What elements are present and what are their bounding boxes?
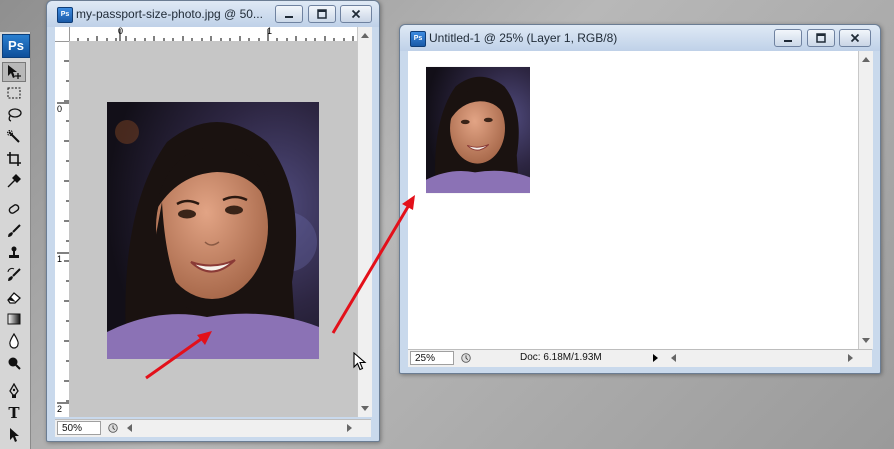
move-tool-icon[interactable]	[2, 62, 26, 82]
scroll-left-arrow-icon[interactable]	[127, 424, 132, 432]
window-title-bar[interactable]: Ps my-passport-size-photo.jpg @ 50...	[47, 1, 379, 27]
history-brush-tool-icon[interactable]	[4, 266, 24, 284]
ruler-v-label-1: 1	[57, 254, 63, 264]
type-tool-icon[interactable]: T	[4, 404, 24, 422]
pen-tool-icon[interactable]	[4, 382, 24, 400]
zoom-level-field[interactable]: 25%	[410, 351, 454, 365]
crop-tool-icon[interactable]	[4, 150, 24, 168]
brush-tool-icon[interactable]	[4, 222, 24, 240]
maximize-icon	[816, 33, 826, 43]
status-info-menu-arrow-icon[interactable]	[653, 354, 658, 362]
ruler-v-label-2: 2	[57, 404, 63, 414]
photoshop-doc-icon: Ps	[57, 7, 73, 23]
marquee-tool-icon[interactable]	[4, 84, 24, 102]
zoom-level-field[interactable]: 50%	[57, 421, 101, 435]
photoshop-logo: Ps	[2, 34, 30, 58]
vertical-scrollbar[interactable]	[858, 51, 873, 349]
window-title-bar[interactable]: Ps Untitled-1 @ 25% (Layer 1, RGB/8)	[400, 25, 880, 51]
maximize-button[interactable]	[807, 29, 835, 47]
minimize-icon	[784, 40, 792, 42]
path-select-tool-icon[interactable]	[4, 426, 24, 444]
ruler-v-label-0: 0	[57, 104, 63, 114]
status-bar: 50%	[55, 419, 371, 437]
minimize-icon	[285, 16, 293, 18]
gradient-tool-icon[interactable]	[4, 310, 24, 328]
dodge-tool-icon[interactable]	[4, 354, 24, 372]
pasted-photo-layer[interactable]	[426, 66, 530, 194]
close-button[interactable]	[839, 29, 871, 47]
document-canvas-area[interactable]	[69, 41, 357, 417]
scroll-right-arrow-icon[interactable]	[347, 424, 352, 432]
lasso-tool-icon[interactable]	[4, 106, 24, 124]
document-canvas-area[interactable]	[408, 51, 858, 349]
minimize-button[interactable]	[774, 29, 802, 47]
ruler-h-label-1: 1	[267, 26, 273, 36]
quick-select-tool-icon[interactable]	[4, 128, 24, 146]
eyedropper-tool-icon[interactable]	[4, 172, 24, 190]
status-menu-icon[interactable]	[459, 351, 473, 365]
blur-tool-icon[interactable]	[4, 332, 24, 350]
scroll-up-arrow-icon[interactable]	[862, 57, 870, 62]
status-bar: 25% Doc: 6.18M/1.93M	[408, 349, 872, 367]
tools-panel: Ps T	[0, 32, 31, 449]
photoshop-doc-icon: Ps	[410, 31, 426, 47]
horizontal-ruler: 0 1	[55, 26, 357, 42]
eraser-tool-icon[interactable]	[4, 288, 24, 306]
scroll-up-arrow-icon[interactable]	[361, 33, 369, 38]
window-title: my-passport-size-photo.jpg @ 50...	[76, 7, 263, 21]
document-size-info: Doc: 6.18M/1.93M	[520, 352, 602, 363]
window-title: Untitled-1 @ 25% (Layer 1, RGB/8)	[429, 31, 618, 45]
spot-heal-tool-icon[interactable]	[4, 200, 24, 218]
status-menu-icon[interactable]	[106, 421, 120, 435]
ruler-h-label-0: 0	[118, 26, 124, 36]
close-icon	[850, 33, 860, 43]
scroll-left-arrow-icon[interactable]	[671, 354, 676, 362]
maximize-button[interactable]	[308, 5, 336, 23]
document-window-untitled[interactable]: Ps Untitled-1 @ 25% (Layer 1, RGB/8) 25%…	[399, 24, 881, 374]
ruler-origin[interactable]	[55, 27, 70, 42]
document-window-passport-photo[interactable]: Ps my-passport-size-photo.jpg @ 50... 0 …	[46, 0, 380, 442]
close-button[interactable]	[340, 5, 372, 23]
scroll-down-arrow-icon[interactable]	[361, 406, 369, 411]
close-icon	[351, 9, 361, 19]
scroll-down-arrow-icon[interactable]	[862, 338, 870, 343]
mouse-cursor-icon	[353, 352, 367, 371]
maximize-icon	[317, 9, 327, 19]
vertical-ruler: 0 1 2	[55, 41, 70, 417]
clone-stamp-tool-icon[interactable]	[4, 244, 24, 262]
scroll-right-arrow-icon[interactable]	[848, 354, 853, 362]
minimize-button[interactable]	[275, 5, 303, 23]
passport-photo	[107, 102, 319, 359]
